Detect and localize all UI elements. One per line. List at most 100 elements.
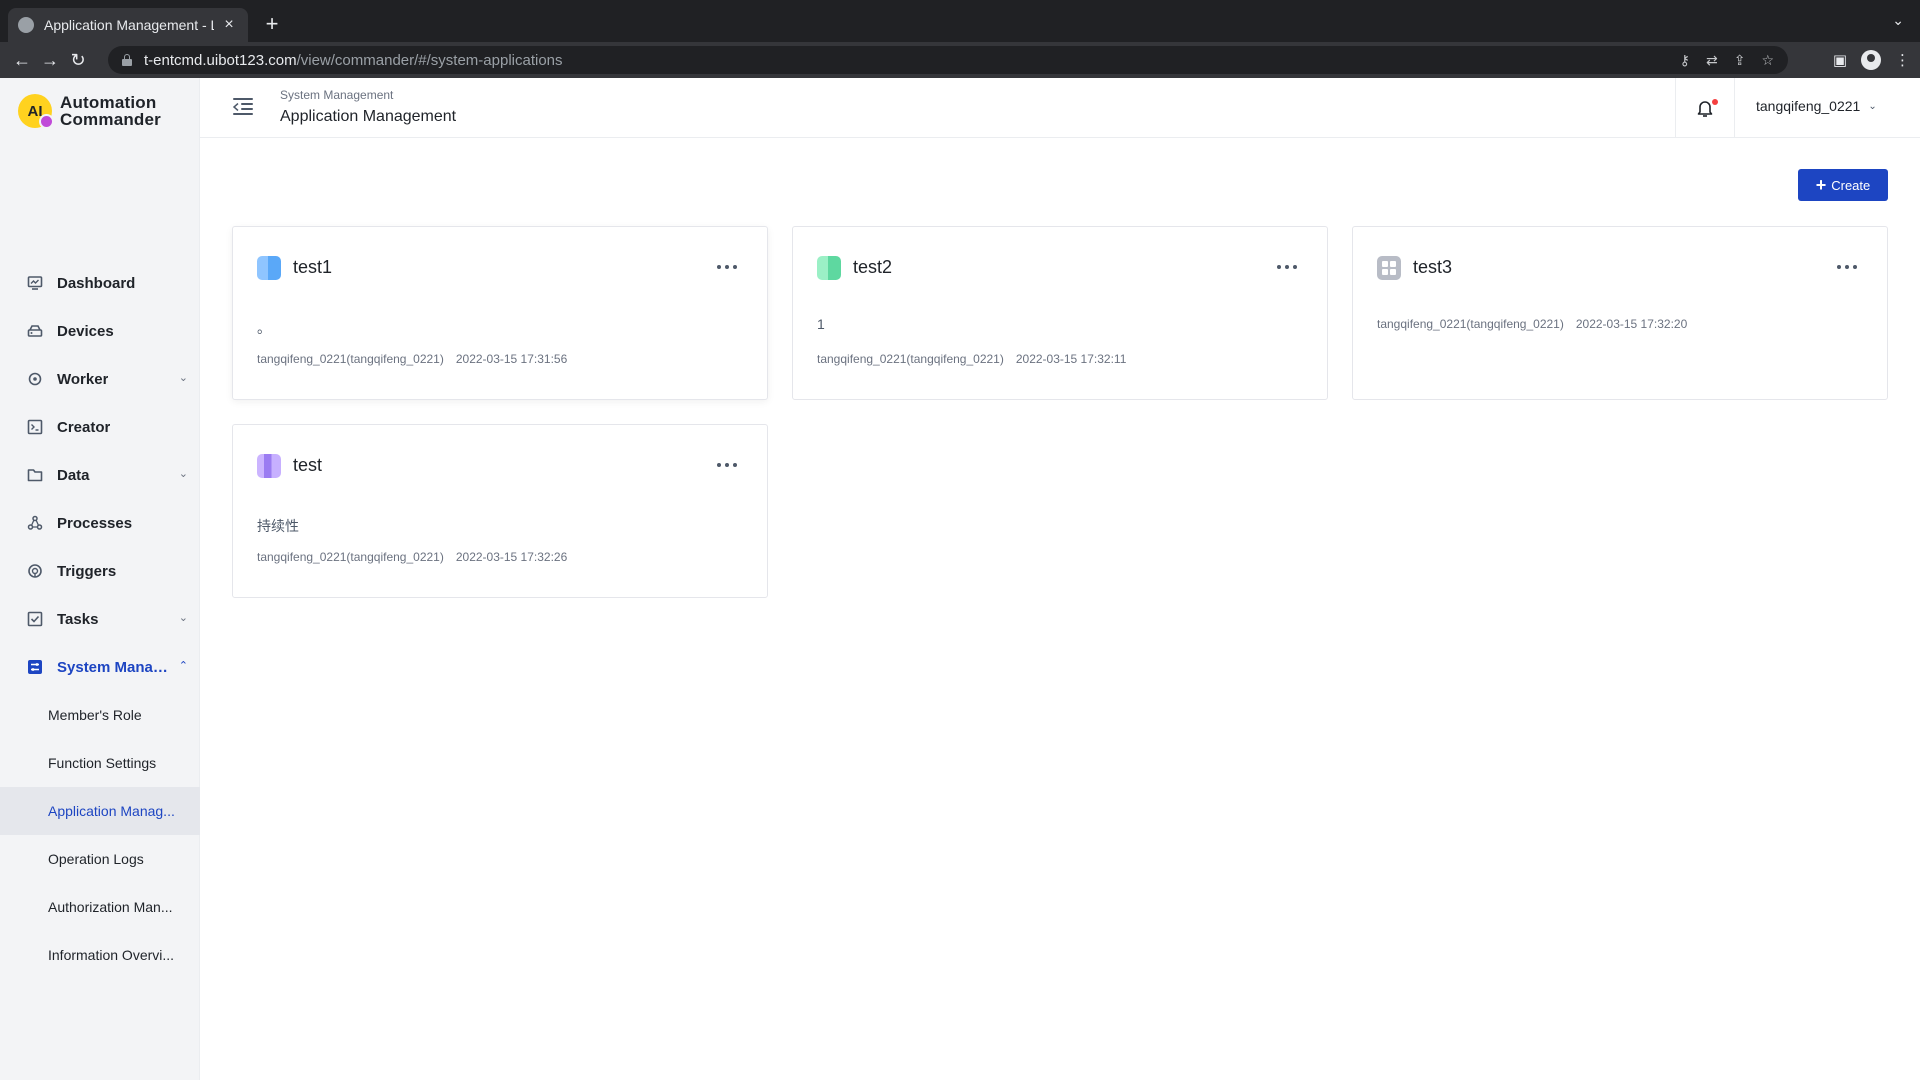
sidebar-item-data[interactable]: Data ⌄: [0, 451, 200, 499]
sidebar-subitem-authorization-management[interactable]: Authorization Man...: [0, 883, 200, 931]
reload-icon[interactable]: ↻: [64, 46, 92, 74]
application-description: 。: [257, 320, 271, 336]
url-host: t-entcmd.uibot123.com: [144, 51, 297, 69]
more-options-icon[interactable]: [713, 253, 741, 281]
application-meta: tangqifeng_0221(tangqifeng_0221) 2022-03…: [817, 352, 1126, 366]
application-card[interactable]: test 持续性 tangqifeng_0221(tangqifeng_0221…: [232, 424, 768, 598]
username: tangqifeng_0221: [1756, 98, 1861, 114]
sidebar-item-label: Devices: [57, 322, 114, 340]
sidebar-subitem-members-role[interactable]: Member's Role: [0, 691, 200, 739]
chevron-up-icon: ⌃: [178, 660, 188, 672]
sidebar-item-label: Worker: [57, 370, 109, 388]
url-path: /view/commander/#/system-applications: [296, 51, 563, 69]
sidebar-item-label: Triggers: [57, 562, 117, 580]
close-tab-icon[interactable]: ×: [220, 16, 238, 34]
more-options-icon[interactable]: [713, 451, 741, 479]
side-panel-icon[interactable]: ▣: [1833, 51, 1847, 69]
application-description: 1: [817, 316, 825, 332]
sidebar-item-tasks[interactable]: Tasks ⌄: [0, 595, 200, 643]
sidebar-subitem-label: Application Manag...: [48, 803, 175, 819]
worker-icon: [27, 371, 43, 387]
page-title: Application Management: [280, 108, 457, 125]
sidebar-item-creator[interactable]: Creator: [0, 403, 200, 451]
lock-icon[interactable]: [122, 54, 132, 66]
chevron-down-icon: ⌄: [178, 468, 188, 480]
application-meta: tangqifeng_0221(tangqifeng_0221) 2022-03…: [257, 352, 567, 366]
create-button-label: Create: [1831, 177, 1871, 193]
sidebar-item-worker[interactable]: Worker ⌄: [0, 355, 200, 403]
application-name: test: [293, 455, 323, 475]
application-owner: tangqifeng_0221(tangqifeng_0221): [257, 550, 444, 564]
sidebar-subitem-function-settings[interactable]: Function Settings: [0, 739, 200, 787]
sidebar-item-label: Dashboard: [57, 274, 136, 292]
application-date: 2022-03-15 17:31:56: [455, 352, 568, 366]
application-name: test2: [853, 257, 893, 277]
application-card[interactable]: test1 。 tangqifeng_0221(tangqifeng_0221)…: [232, 226, 768, 400]
notifications-button[interactable]: [1675, 78, 1735, 138]
logo-line-1: Automation: [60, 93, 157, 112]
share-icon[interactable]: ⇪: [1734, 52, 1746, 69]
application-date: 2022-03-15 17:32:26: [455, 550, 568, 564]
app: AI Automation Commander Dashboard Device…: [0, 78, 1920, 1080]
breadcrumb[interactable]: System Management: [280, 88, 393, 102]
page-header: System Management Application Management…: [200, 78, 1920, 138]
forward-icon[interactable]: →: [36, 46, 64, 74]
sidebar-subitem-operation-logs[interactable]: Operation Logs: [0, 835, 200, 883]
profile-icon[interactable]: [1861, 50, 1881, 70]
browser-tabstrip: Application Management - Laiy × + ⌄: [0, 0, 1920, 42]
sidebar-subitem-information-overview[interactable]: Information Overvi...: [0, 931, 200, 979]
chevron-down-icon: ⌄: [1868, 100, 1877, 112]
tab-search-icon[interactable]: ⌄: [1892, 12, 1904, 29]
green-cube-icon: [817, 256, 841, 280]
blue-cube-icon: [257, 256, 281, 280]
folder-icon: [27, 467, 43, 483]
sidebar-item-label: System Manag...: [57, 658, 172, 676]
sidebar-item-label: Processes: [57, 514, 133, 532]
sidebar-item-label: Tasks: [57, 610, 99, 628]
application-date: 2022-03-15 17:32:11: [1015, 352, 1127, 366]
user-menu[interactable]: tangqifeng_0221 ⌄: [1756, 98, 1877, 114]
back-icon[interactable]: ←: [8, 46, 36, 74]
logo-line-2: Commander: [60, 110, 161, 129]
more-options-icon[interactable]: [1273, 253, 1301, 281]
logo-mark: AI: [18, 94, 54, 129]
translate-icon[interactable]: ⇄: [1706, 52, 1718, 69]
chevron-down-icon: ⌄: [178, 372, 188, 384]
sidebar: AI Automation Commander Dashboard Device…: [0, 78, 200, 1080]
globe-icon: [18, 17, 34, 33]
browser-toolbar: ← → ↻ t-entcmd.uibot123.com/view/command…: [0, 42, 1920, 78]
chevron-down-icon: ⌄: [178, 612, 188, 624]
creator-icon: [27, 419, 43, 435]
bookmark-star-icon[interactable]: ☆: [1761, 52, 1774, 69]
more-options-icon[interactable]: [1833, 253, 1861, 281]
application-card[interactable]: test2 1 tangqifeng_0221(tangqifeng_0221)…: [792, 226, 1328, 400]
application-description: 持续性: [257, 518, 299, 534]
sidebar-subitem-label: Authorization Man...: [48, 899, 173, 915]
sidebar-item-devices[interactable]: Devices: [0, 307, 200, 355]
collapse-sidebar-icon[interactable]: [233, 98, 253, 116]
sidebar-item-label: Creator: [57, 418, 111, 436]
application-name: test1: [293, 257, 333, 277]
application-owner: tangqifeng_0221(tangqifeng_0221): [817, 352, 1004, 366]
purple-cube-icon: [257, 454, 281, 478]
address-bar[interactable]: t-entcmd.uibot123.com/view/commander/#/s…: [108, 46, 1788, 74]
sidebar-item-dashboard[interactable]: Dashboard: [0, 259, 200, 307]
sidebar-nav: Dashboard Devices Worker ⌄ Creator Data …: [0, 259, 200, 979]
logo[interactable]: AI Automation Commander: [18, 93, 161, 129]
browser-menu-icon[interactable]: ⋮: [1895, 51, 1910, 69]
devices-icon: [27, 323, 43, 339]
create-button[interactable]: + Create: [1798, 169, 1888, 201]
new-tab-icon[interactable]: +: [260, 12, 284, 36]
tab-title: Application Management - Laiy: [44, 17, 214, 33]
browser-tab[interactable]: Application Management - Laiy ×: [8, 8, 248, 42]
triggers-icon: [27, 563, 43, 579]
sidebar-subitem-label: Member's Role: [48, 707, 142, 723]
sidebar-subitem-label: Information Overvi...: [48, 947, 175, 963]
sidebar-item-system-management[interactable]: System Manag... ⌃: [0, 643, 200, 691]
sidebar-item-processes[interactable]: Processes: [0, 499, 200, 547]
sidebar-subitem-application-management[interactable]: Application Manag...: [0, 787, 200, 835]
application-card[interactable]: test3 tangqifeng_0221(tangqifeng_0221) 2…: [1352, 226, 1888, 400]
key-icon[interactable]: ⚷: [1680, 52, 1690, 69]
system-management-icon: [27, 659, 43, 675]
sidebar-item-triggers[interactable]: Triggers: [0, 547, 200, 595]
